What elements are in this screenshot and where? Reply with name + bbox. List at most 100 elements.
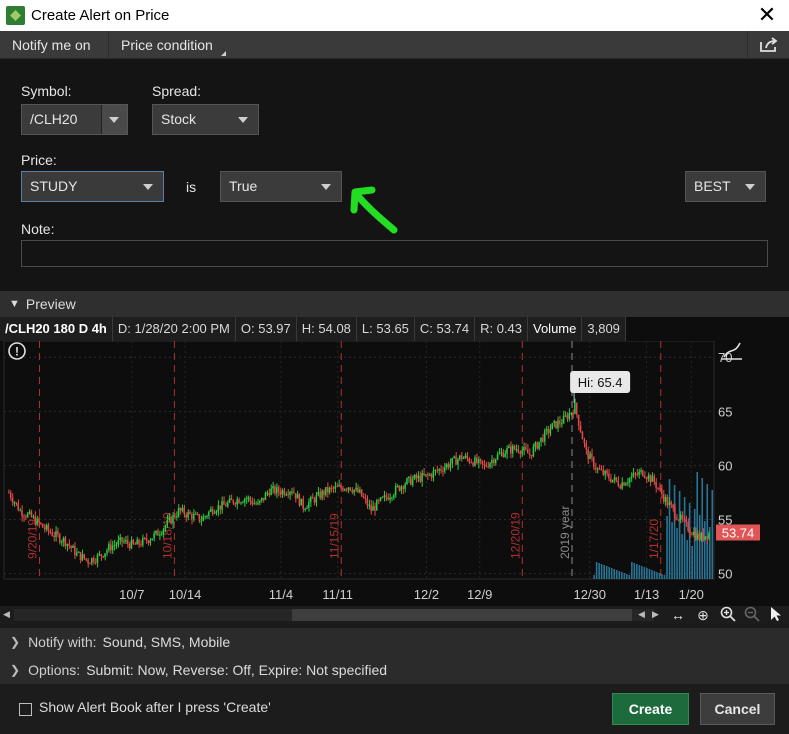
candle-body (319, 491, 321, 499)
candle-body (281, 490, 284, 495)
candle-body (587, 449, 589, 460)
arrows-horizontal-icon[interactable]: ↔ (668, 606, 688, 624)
volume-bar (610, 568, 613, 579)
share-button[interactable] (747, 31, 789, 59)
cancel-button[interactable]: Cancel (700, 693, 775, 725)
volume-bar (608, 567, 610, 579)
volume-bar (605, 566, 608, 579)
candle-body (511, 446, 514, 454)
best-select[interactable]: BEST (685, 171, 766, 202)
notify-with-row[interactable]: ❯ Notify with: Sound, SMS, Mobile (0, 628, 789, 656)
note-input[interactable] (21, 240, 768, 267)
candle-body (66, 543, 68, 546)
tab-notify-me-on[interactable]: Notify me on (0, 31, 108, 58)
candle-body (491, 459, 493, 464)
volume-bar (706, 484, 709, 579)
candle-body (534, 442, 536, 447)
candle-body (209, 508, 212, 512)
volume-bar (686, 540, 688, 579)
pointer-icon[interactable] (766, 606, 786, 624)
candle-body (419, 475, 421, 482)
y-tick-label: 65 (718, 404, 732, 419)
candle-body (662, 494, 665, 502)
zoom-out-icon[interactable] (742, 606, 762, 624)
candle-body (347, 487, 350, 490)
candle-body (147, 540, 150, 544)
preview-toggle[interactable]: ▼ Preview (0, 291, 789, 317)
candle-body (689, 531, 691, 534)
candle-body (579, 425, 582, 433)
candle-body (698, 533, 701, 541)
candle-body (136, 539, 138, 545)
y-tick-label: 60 (718, 458, 732, 473)
candle-body (168, 517, 170, 521)
candle-body (413, 475, 416, 480)
candle-body (40, 522, 42, 524)
tab-price-condition[interactable]: Price condition (108, 31, 228, 58)
candle-body (15, 502, 18, 504)
candle-body (474, 457, 476, 466)
scroll-right-arrow-icon[interactable]: ▶ (652, 609, 659, 620)
candle-body (77, 551, 80, 553)
x-tick-label: 1/20 (679, 587, 704, 602)
candle-body (621, 482, 623, 489)
candle-body (57, 531, 59, 535)
candle-body (253, 503, 255, 505)
candle-body (383, 495, 386, 498)
candle-body (108, 544, 110, 551)
candle-body (547, 428, 550, 434)
window-title: Create Alert on Price (31, 7, 170, 24)
scroll-left-arrow-icon[interactable]: ◀ (638, 609, 645, 620)
candle-body (162, 528, 165, 534)
candle-body (187, 512, 189, 518)
candle-body (11, 498, 14, 503)
scrollbar-thumb[interactable] (292, 609, 632, 621)
is-label: is (186, 179, 197, 195)
symbol-dropdown-button[interactable] (101, 105, 127, 134)
options-row[interactable]: ❯ Options: Submit: Now, Reverse: Off, Ex… (0, 656, 789, 684)
candle-body (292, 491, 295, 494)
zoom-in-icon[interactable] (718, 606, 738, 624)
candle-body (45, 525, 48, 530)
spread-select[interactable]: Stock (152, 104, 259, 135)
candle-body (549, 429, 552, 434)
candle-body (674, 507, 676, 518)
candle-body (338, 484, 340, 487)
crosshair-icon[interactable]: ⊕ (693, 606, 713, 624)
quote-symbol: /CLH20 180 D 4h (0, 317, 113, 341)
volume-bar (648, 569, 651, 579)
quote-close: C: 53.74 (415, 317, 476, 341)
price-select[interactable]: STUDY (21, 171, 164, 202)
candle-body (192, 514, 195, 520)
candle-body (391, 497, 393, 499)
price-chart[interactable]: /CLH20 180 D 4h D: 1/28/20 2:00 PM O: 53… (0, 317, 789, 606)
price-condition-form: Symbol: /CLH20 Spread: Stock Price: STUD… (0, 59, 789, 291)
candle-body (459, 455, 461, 460)
candle-body (70, 545, 72, 548)
candle-body (379, 497, 382, 501)
candle-body (693, 531, 695, 536)
price-value: STUDY (30, 178, 78, 194)
candle-body (670, 502, 672, 505)
scroll-left-arrow-icon[interactable]: ◀ (3, 609, 10, 620)
candle-body (417, 475, 419, 479)
symbol-input[interactable]: /CLH20 (21, 104, 128, 135)
volume-bar (696, 472, 698, 579)
candlestick-chart[interactable]: 706560555010/7 10/14 11/4 11/11 12/2 12/9 12/3… (0, 341, 789, 606)
candle-body (476, 457, 478, 464)
candle-body (345, 489, 348, 491)
show-alert-book-checkbox[interactable] (19, 703, 32, 716)
note-label: Note: (21, 221, 55, 237)
candle-body (332, 487, 335, 489)
close-button[interactable]: ✕ (755, 3, 779, 27)
condition-select[interactable]: True (220, 171, 342, 202)
candle-body (691, 533, 693, 536)
volume-bar (693, 509, 696, 579)
candle-body (277, 487, 280, 493)
green-arrow-annotation (350, 186, 398, 234)
create-button[interactable]: Create (612, 693, 689, 725)
candle-body (243, 499, 246, 503)
candle-body (636, 474, 638, 476)
candle-body (370, 504, 372, 511)
candle-body (64, 537, 67, 546)
